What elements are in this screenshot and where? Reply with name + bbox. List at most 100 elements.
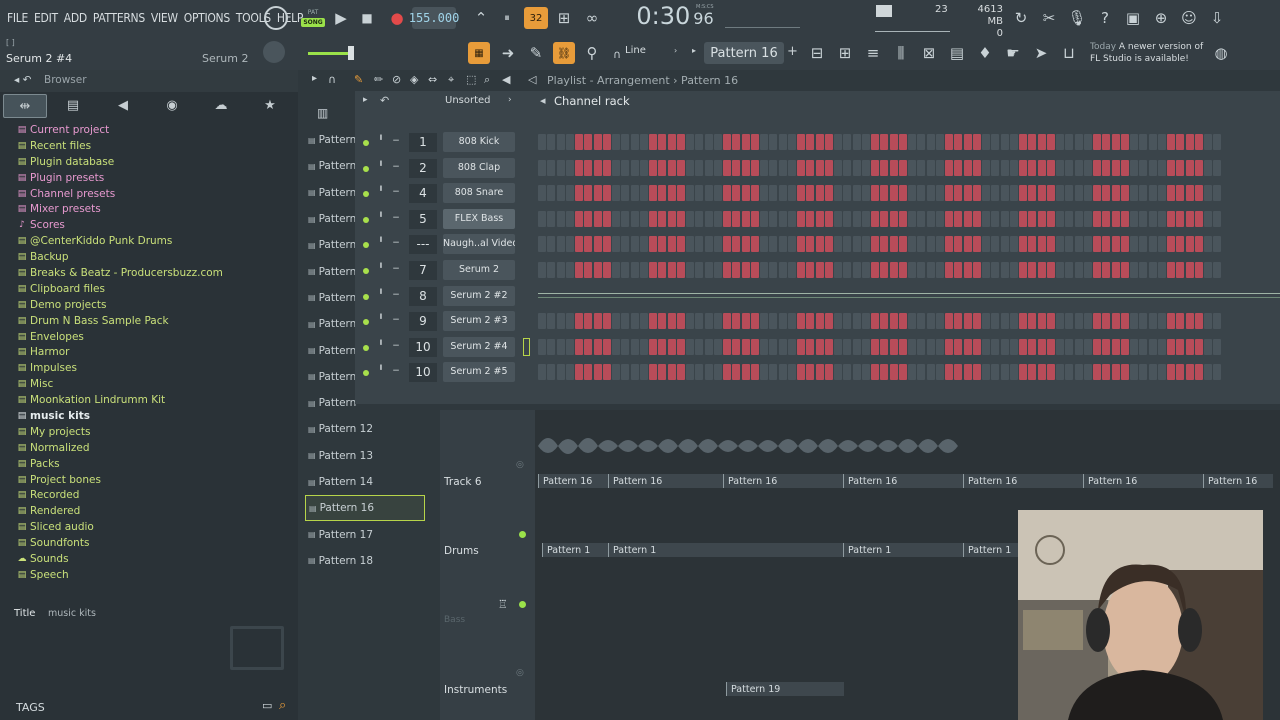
step-button[interactable] [667, 338, 676, 355]
step-button[interactable] [723, 338, 731, 355]
step-button[interactable] [639, 185, 648, 202]
step-button[interactable] [1065, 313, 1074, 330]
step-button[interactable] [889, 159, 898, 176]
step-button[interactable] [917, 313, 926, 330]
step-button[interactable] [935, 236, 944, 253]
channel-name-button[interactable]: Naugh..al Video) [443, 234, 515, 255]
step-button[interactable] [1157, 338, 1166, 355]
step-button[interactable] [843, 364, 852, 381]
step-button[interactable] [760, 185, 768, 202]
step-button[interactable] [565, 185, 574, 202]
step-button[interactable] [898, 313, 907, 330]
browser-item[interactable]: ▤ Sliced audio [16, 520, 296, 536]
step-button[interactable] [658, 210, 667, 227]
pan-knob-icon[interactable]: ╹ [376, 136, 386, 146]
step-button[interactable] [963, 338, 972, 355]
browser-item[interactable]: ▤ Drum N Bass Sample Pack [16, 314, 296, 330]
step-button[interactable] [935, 159, 944, 176]
step-button[interactable] [945, 338, 953, 355]
step-button[interactable] [1083, 185, 1092, 202]
step-button[interactable] [926, 185, 935, 202]
step-button[interactable] [760, 210, 768, 227]
step-button[interactable] [1167, 185, 1175, 202]
step-button[interactable] [843, 262, 852, 278]
pattern-16-clip[interactable]: Pattern 16 [1203, 474, 1273, 488]
step-button[interactable] [741, 185, 750, 202]
step-button[interactable] [538, 364, 546, 381]
step-button[interactable] [1185, 262, 1194, 278]
step-button[interactable] [1120, 134, 1129, 150]
browser-item[interactable]: ▤ Current project [16, 123, 296, 139]
pan-knob-icon[interactable]: ╹ [376, 341, 386, 351]
step-button[interactable] [954, 185, 963, 202]
step-button[interactable] [815, 159, 824, 176]
step-button[interactable] [1204, 364, 1212, 381]
step-button[interactable] [1213, 313, 1222, 330]
step-button[interactable] [1074, 313, 1083, 330]
step-button[interactable] [1148, 338, 1157, 355]
step-button[interactable] [945, 185, 953, 202]
step-button[interactable] [1000, 313, 1009, 330]
step-button[interactable] [732, 262, 741, 278]
step-button[interactable] [1083, 364, 1092, 381]
step-button[interactable] [963, 364, 972, 381]
step-button[interactable] [1120, 313, 1129, 330]
browser-item[interactable]: ▤ Recorded [16, 488, 296, 504]
step-button[interactable] [963, 134, 972, 150]
browser-item[interactable]: ▤ Breaks & Beatz - Producersbuzz.com [16, 266, 296, 282]
step-button[interactable] [1093, 262, 1101, 278]
track-record-icon-2[interactable]: ◎ [516, 668, 524, 678]
slip-tool-icon[interactable]: ⇔ [428, 73, 437, 86]
step-button[interactable] [565, 236, 574, 253]
step-button[interactable] [1065, 338, 1074, 355]
step-button[interactable] [1009, 338, 1018, 355]
step-button[interactable] [935, 364, 944, 381]
step-button[interactable] [621, 364, 630, 381]
step-button[interactable] [1139, 338, 1148, 355]
step-button[interactable] [704, 185, 713, 202]
step-button[interactable] [612, 364, 620, 381]
step-button[interactable] [695, 338, 704, 355]
wait-icon[interactable]: ⏸ [496, 7, 518, 29]
step-button[interactable] [1056, 236, 1064, 253]
step-button[interactable] [908, 338, 916, 355]
step-button[interactable] [695, 236, 704, 253]
step-button[interactable] [1065, 236, 1074, 253]
step-button[interactable] [639, 338, 648, 355]
pan-knob-icon[interactable]: ╹ [376, 162, 386, 172]
step-button[interactable] [917, 364, 926, 381]
step-button[interactable] [713, 210, 722, 227]
step-button[interactable] [556, 338, 565, 355]
step-button[interactable] [1167, 236, 1175, 253]
step-button[interactable] [760, 313, 768, 330]
channel-led[interactable] [363, 319, 369, 326]
step-button[interactable] [982, 210, 990, 227]
step-button[interactable] [1148, 364, 1157, 381]
mixer-track-number[interactable]: 1 [409, 133, 437, 152]
step-button[interactable] [1130, 338, 1138, 355]
step-button[interactable] [769, 364, 778, 381]
step-button[interactable] [769, 262, 778, 278]
channel-name-button[interactable]: 808 Kick [443, 132, 515, 152]
step-button[interactable] [593, 185, 602, 202]
browser-item[interactable]: ▤ Normalized [16, 441, 296, 457]
pattern-16-clip[interactable]: Pattern 16 [723, 474, 843, 488]
step-button[interactable] [1009, 134, 1018, 150]
step-button[interactable] [621, 159, 630, 176]
step-button[interactable] [602, 159, 611, 176]
step-button[interactable] [723, 313, 731, 330]
step-button[interactable] [1019, 185, 1027, 202]
cut-icon[interactable]: ✂ [1038, 7, 1060, 29]
step-button[interactable] [1167, 134, 1175, 150]
step-button[interactable] [778, 185, 787, 202]
step-button[interactable] [1176, 134, 1185, 150]
step-button[interactable] [1074, 159, 1083, 176]
step-button[interactable] [704, 210, 713, 227]
step-button[interactable] [898, 236, 907, 253]
step-button[interactable] [880, 134, 889, 150]
step-button[interactable] [760, 338, 768, 355]
step-button[interactable] [1213, 262, 1222, 278]
step-button[interactable] [1213, 210, 1222, 227]
step-button[interactable] [1176, 338, 1185, 355]
step-button[interactable] [538, 313, 546, 330]
